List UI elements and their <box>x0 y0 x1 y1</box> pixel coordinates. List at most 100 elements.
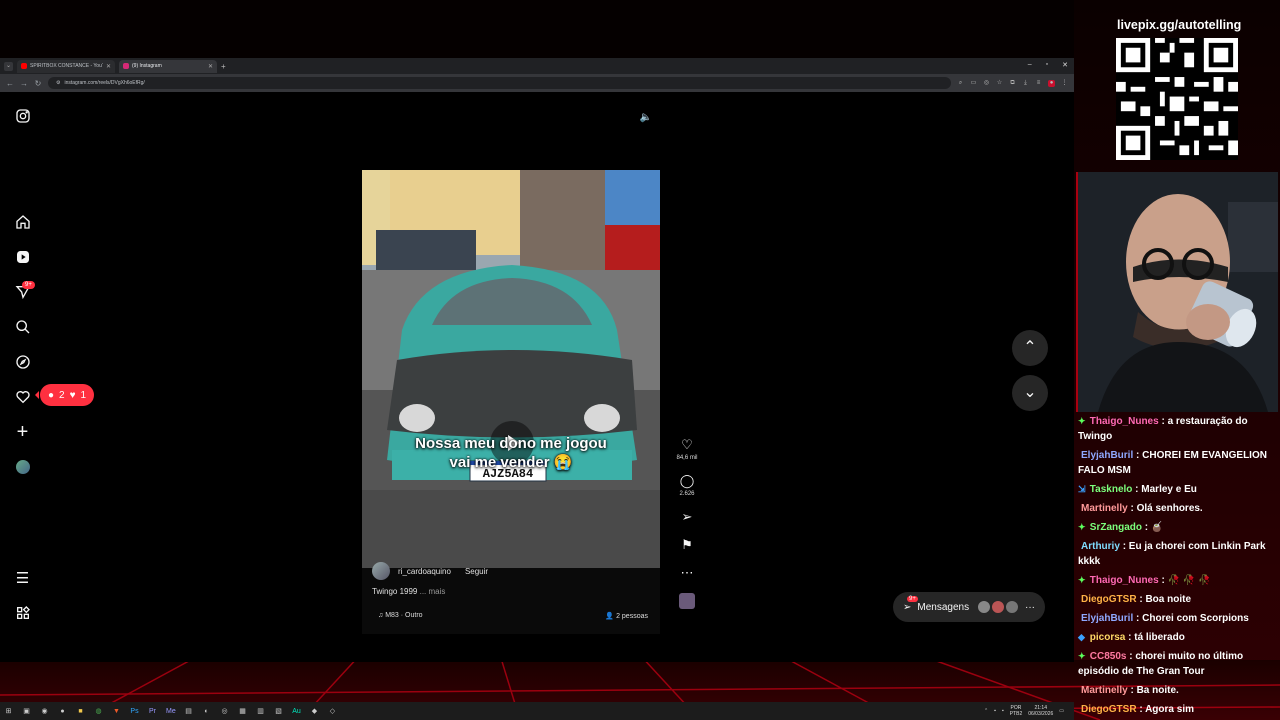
profile-icon[interactable]: ● <box>1048 79 1055 87</box>
cast-icon[interactable]: ▭ <box>970 80 977 87</box>
browser-window: ⌄ SPIRITBOX CONSTANCE - YouT ✕ (9) Insta… <box>0 58 1074 720</box>
chat-username[interactable]: Thaigo_Nunes <box>1090 575 1159 586</box>
messages-button[interactable]: ➢ 9+ Mensagens ··· <box>893 592 1045 622</box>
tab-instagram[interactable]: (9) Instagram ✕ <box>119 59 217 73</box>
create-icon[interactable]: + <box>14 422 31 442</box>
author-username[interactable]: ri_cardoaquino <box>398 567 451 576</box>
media-icon[interactable]: ≡ <box>1035 80 1042 87</box>
more-link[interactable]: ... mais <box>420 587 446 596</box>
app-icon[interactable]: ◉ <box>40 707 49 716</box>
reload-icon[interactable]: ↻ <box>34 79 42 88</box>
chat-username[interactable]: Tasknelo <box>1090 484 1133 495</box>
audio-link[interactable]: ♫ M83 · Outro <box>378 612 423 620</box>
notifications-icon[interactable]: ▭ <box>1059 708 1064 714</box>
chat-message: ElyjahBuril : Chorei com Scorpions <box>1078 611 1278 626</box>
download-icon[interactable]: ⤓ <box>1022 80 1029 87</box>
photoshop-icon[interactable]: Ps <box>130 707 139 716</box>
chat-username[interactable]: Arthuriy <box>1081 541 1120 552</box>
chat-text: : Agora sim <box>1139 704 1194 715</box>
tab-youtube[interactable]: SPIRITBOX CONSTANCE - YouT ✕ <box>17 59 115 73</box>
follow-button[interactable]: Seguir <box>465 567 488 576</box>
activity-popup[interactable]: ● 2 ♥ 1 <box>34 384 95 406</box>
close-icon[interactable]: ✕ <box>208 63 213 70</box>
chat-username[interactable]: Martinelly <box>1081 685 1128 696</box>
site-info-icon[interactable]: ⚙ <box>56 80 60 86</box>
obs-icon[interactable]: ● <box>58 707 67 716</box>
chat-username[interactable]: Martinelly <box>1081 503 1128 514</box>
author-avatar[interactable] <box>372 562 390 580</box>
more-menu-icon[interactable]: ☰ <box>14 570 31 587</box>
back-icon[interactable]: ← <box>6 79 14 88</box>
app-icon[interactable]: ◎ <box>220 707 229 716</box>
extensions-icon[interactable]: ⧉ <box>1009 80 1016 87</box>
profile-avatar[interactable] <box>14 459 31 476</box>
app-icon[interactable]: ◇ <box>328 707 337 716</box>
chat-username[interactable]: picorsa <box>1090 632 1126 643</box>
keyboard-layout[interactable]: POR PTB2 <box>1010 705 1023 717</box>
folder-icon[interactable]: ■ <box>76 707 85 716</box>
audio-thumb[interactable] <box>672 593 702 612</box>
reel-video[interactable]: AJZ5A84 Nossa meu dono me jogou vai me v… <box>362 170 660 568</box>
like-action[interactable]: ♡ 84,6 mil <box>672 437 702 461</box>
search-icon[interactable] <box>14 319 31 336</box>
direct-icon: ➢ 9+ <box>903 595 918 613</box>
chat-username[interactable]: SrZangado <box>1090 522 1142 533</box>
chat-username[interactable]: CC850s <box>1090 651 1127 662</box>
app-icon[interactable]: ◐ <box>202 707 211 716</box>
tray-chevron-icon[interactable]: ⌃ <box>984 708 988 714</box>
app-icon[interactable]: ▧ <box>274 707 283 716</box>
app-icon[interactable]: ◆ <box>310 707 319 716</box>
clock[interactable]: 21:14 06/03/2026 <box>1028 705 1053 717</box>
more-options[interactable]: ⋯ <box>672 565 702 581</box>
new-tab-button[interactable]: + <box>221 62 226 71</box>
chat-panel: ✦ Thaigo_Nunes : a restauração do Twingo… <box>1078 414 1278 720</box>
chat-username[interactable]: ElyjahBuril <box>1081 613 1133 624</box>
chat-username[interactable]: ElyjahBuril <box>1081 450 1133 461</box>
chat-message: ✦ SrZangado : 🧉 <box>1078 520 1278 535</box>
reels-icon[interactable] <box>14 249 31 266</box>
app-icon[interactable]: ▤ <box>184 707 193 716</box>
chat-username[interactable]: DiegoGTSR <box>1081 594 1137 605</box>
next-reel-button[interactable]: ⌄ <box>1012 375 1048 411</box>
volume-icon[interactable]: 🔈 <box>640 112 652 123</box>
chat-text: : Chorei com Scorpions <box>1136 613 1249 624</box>
eye-icon[interactable]: ◎ <box>983 80 990 87</box>
close-window-icon[interactable]: ✕ <box>1062 61 1068 69</box>
share-action[interactable]: ➢ <box>672 509 702 525</box>
maximize-icon[interactable]: ▫ <box>1046 61 1048 69</box>
forward-icon[interactable]: → <box>20 79 28 88</box>
previous-reel-button[interactable]: ⌃ <box>1012 330 1048 366</box>
reel-player[interactable]: 🔈 AJZ5A84 Nossa meu dono me jogou vai me… <box>362 104 660 634</box>
person-icon: 👤 <box>605 613 617 620</box>
threads-apps-icon[interactable] <box>14 605 31 622</box>
menu-icon[interactable]: ⋮ <box>1061 80 1068 87</box>
tab-search-button[interactable]: ⌄ <box>4 61 13 71</box>
save-action[interactable]: ⚑ <box>672 537 702 553</box>
comment-action[interactable]: ◯ 2.626 <box>672 473 702 497</box>
close-icon[interactable]: ✕ <box>106 63 111 70</box>
media-encoder-icon[interactable]: Me <box>166 707 176 716</box>
explore-icon[interactable] <box>14 354 31 371</box>
minimize-icon[interactable]: – <box>1028 61 1032 69</box>
chrome-icon[interactable]: ◍ <box>94 707 103 716</box>
network-icon[interactable]: ▪ <box>994 708 996 714</box>
brave-icon[interactable]: ▼ <box>112 707 121 716</box>
zoom-icon[interactable]: ⌕ <box>957 80 964 87</box>
heart-icon[interactable] <box>14 389 31 406</box>
reel-top-bar <box>362 104 660 170</box>
chat-username[interactable]: Thaigo_Nunes <box>1090 416 1159 427</box>
home-icon[interactable] <box>14 214 31 231</box>
audition-icon[interactable]: Au <box>292 707 301 716</box>
bookmark-star-icon[interactable]: ☆ <box>996 80 1003 87</box>
premiere-icon[interactable]: Pr <box>148 707 157 716</box>
instagram-logo-icon[interactable] <box>14 108 31 125</box>
start-icon[interactable]: ⊞ <box>4 707 13 716</box>
app-icon[interactable]: ▥ <box>256 707 265 716</box>
chat-username[interactable]: DiegoGTSR <box>1081 704 1137 715</box>
volume-icon[interactable]: ▪ <box>1002 708 1004 714</box>
chat-message: Martinelly : Ba noite. <box>1078 683 1278 698</box>
task-view-icon[interactable]: ▣ <box>22 707 31 716</box>
app-icon[interactable]: ▦ <box>238 707 247 716</box>
tagged-people[interactable]: 👤 2 pessoas <box>605 612 648 620</box>
url-field[interactable]: ⚙ instagram.com/reels/DVgXh6oEfRg/ <box>48 77 951 89</box>
